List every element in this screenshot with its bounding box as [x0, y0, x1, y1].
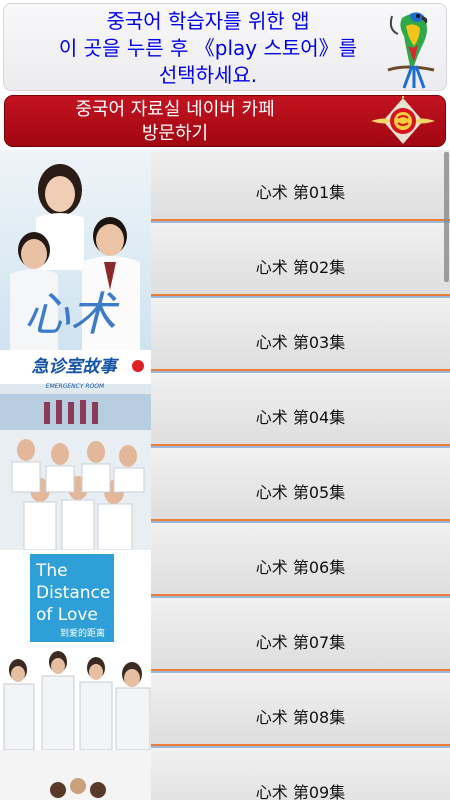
- episode-label: 心术 第08集: [255, 707, 346, 727]
- poster-title-art: 心术: [24, 287, 120, 341]
- parrot-icon: [387, 12, 435, 89]
- cafe-line-1: 중국어 자료실 네이버 카페: [75, 99, 275, 120]
- drama-posters: 心术 急诊室故事 EMERGENCY ROOM The Distance of …: [0, 150, 151, 800]
- episode-label: 心术 第09集: [255, 782, 346, 800]
- episode-item-04[interactable]: 心术 第04集: [151, 375, 450, 450]
- play-store-banner[interactable]: 중국어 학습자를 위한 앱 이 곳을 누른 후 《play 스토어》를 선택하세…: [3, 3, 447, 91]
- naver-cafe-banner[interactable]: 중국어 자료실 네이버 카페 방문하기: [4, 95, 446, 147]
- poster3-title-line3: of Love: [36, 605, 98, 625]
- episode-label: 心术 第03集: [255, 332, 346, 352]
- poster3-title-line1: The: [35, 561, 68, 581]
- cafe-line-2: 방문하기: [141, 123, 209, 144]
- banner-line-2: 이 곳을 누른 후 《play 스토어》를: [58, 36, 358, 60]
- poster-emergency-room[interactable]: 急诊室故事 EMERGENCY ROOM: [0, 350, 151, 550]
- episode-item-09[interactable]: 心术 第09集: [151, 750, 450, 800]
- episode-item-03[interactable]: 心术 第03集: [151, 300, 450, 375]
- poster-distance-of-love[interactable]: The Distance of Love 到爱的距离: [0, 550, 151, 750]
- episode-item-07[interactable]: 心术 第07集: [151, 600, 450, 675]
- poster2-subtitle: EMERGENCY ROOM: [46, 383, 105, 390]
- episode-list: 心术 第01集 心术 第02集 心术 第03集 心术 第04集 心术 第05集 …: [151, 150, 450, 800]
- episode-label: 心术 第04集: [255, 407, 346, 427]
- lantern-icon: [371, 96, 435, 144]
- naver-cafe-banner-text: 중국어 자료실 네이버 카페 방문하기: [5, 98, 345, 146]
- episode-item-02[interactable]: 心术 第02集: [151, 225, 450, 300]
- poster3-title-line2: Distance: [36, 583, 110, 603]
- episode-label: 心术 第05集: [255, 482, 346, 502]
- episode-label: 心术 第01集: [255, 182, 346, 202]
- poster3-subtitle: 到爱的距离: [60, 627, 105, 639]
- poster-xinshu[interactable]: 心术: [0, 150, 151, 350]
- scrollbar[interactable]: [444, 152, 449, 282]
- banner-line-3: 선택하세요.: [158, 63, 258, 87]
- episode-label: 心术 第07集: [255, 632, 346, 652]
- poster2-title: 急诊室故事: [32, 357, 120, 377]
- episode-item-08[interactable]: 心术 第08集: [151, 675, 450, 750]
- play-store-banner-text: 중국어 학습자를 위한 앱 이 곳을 누른 후 《play 스토어》를 선택하세…: [18, 8, 398, 89]
- episode-label: 心术 第06集: [255, 557, 346, 577]
- episode-item-05[interactable]: 心术 第05集: [151, 450, 450, 525]
- episode-label: 心术 第02集: [255, 257, 346, 277]
- poster-partial[interactable]: [0, 750, 151, 800]
- episode-item-06[interactable]: 心术 第06集: [151, 525, 450, 600]
- episode-item-01[interactable]: 心术 第01集: [151, 150, 450, 225]
- banner-line-1: 중국어 학습자를 위한 앱: [106, 9, 310, 33]
